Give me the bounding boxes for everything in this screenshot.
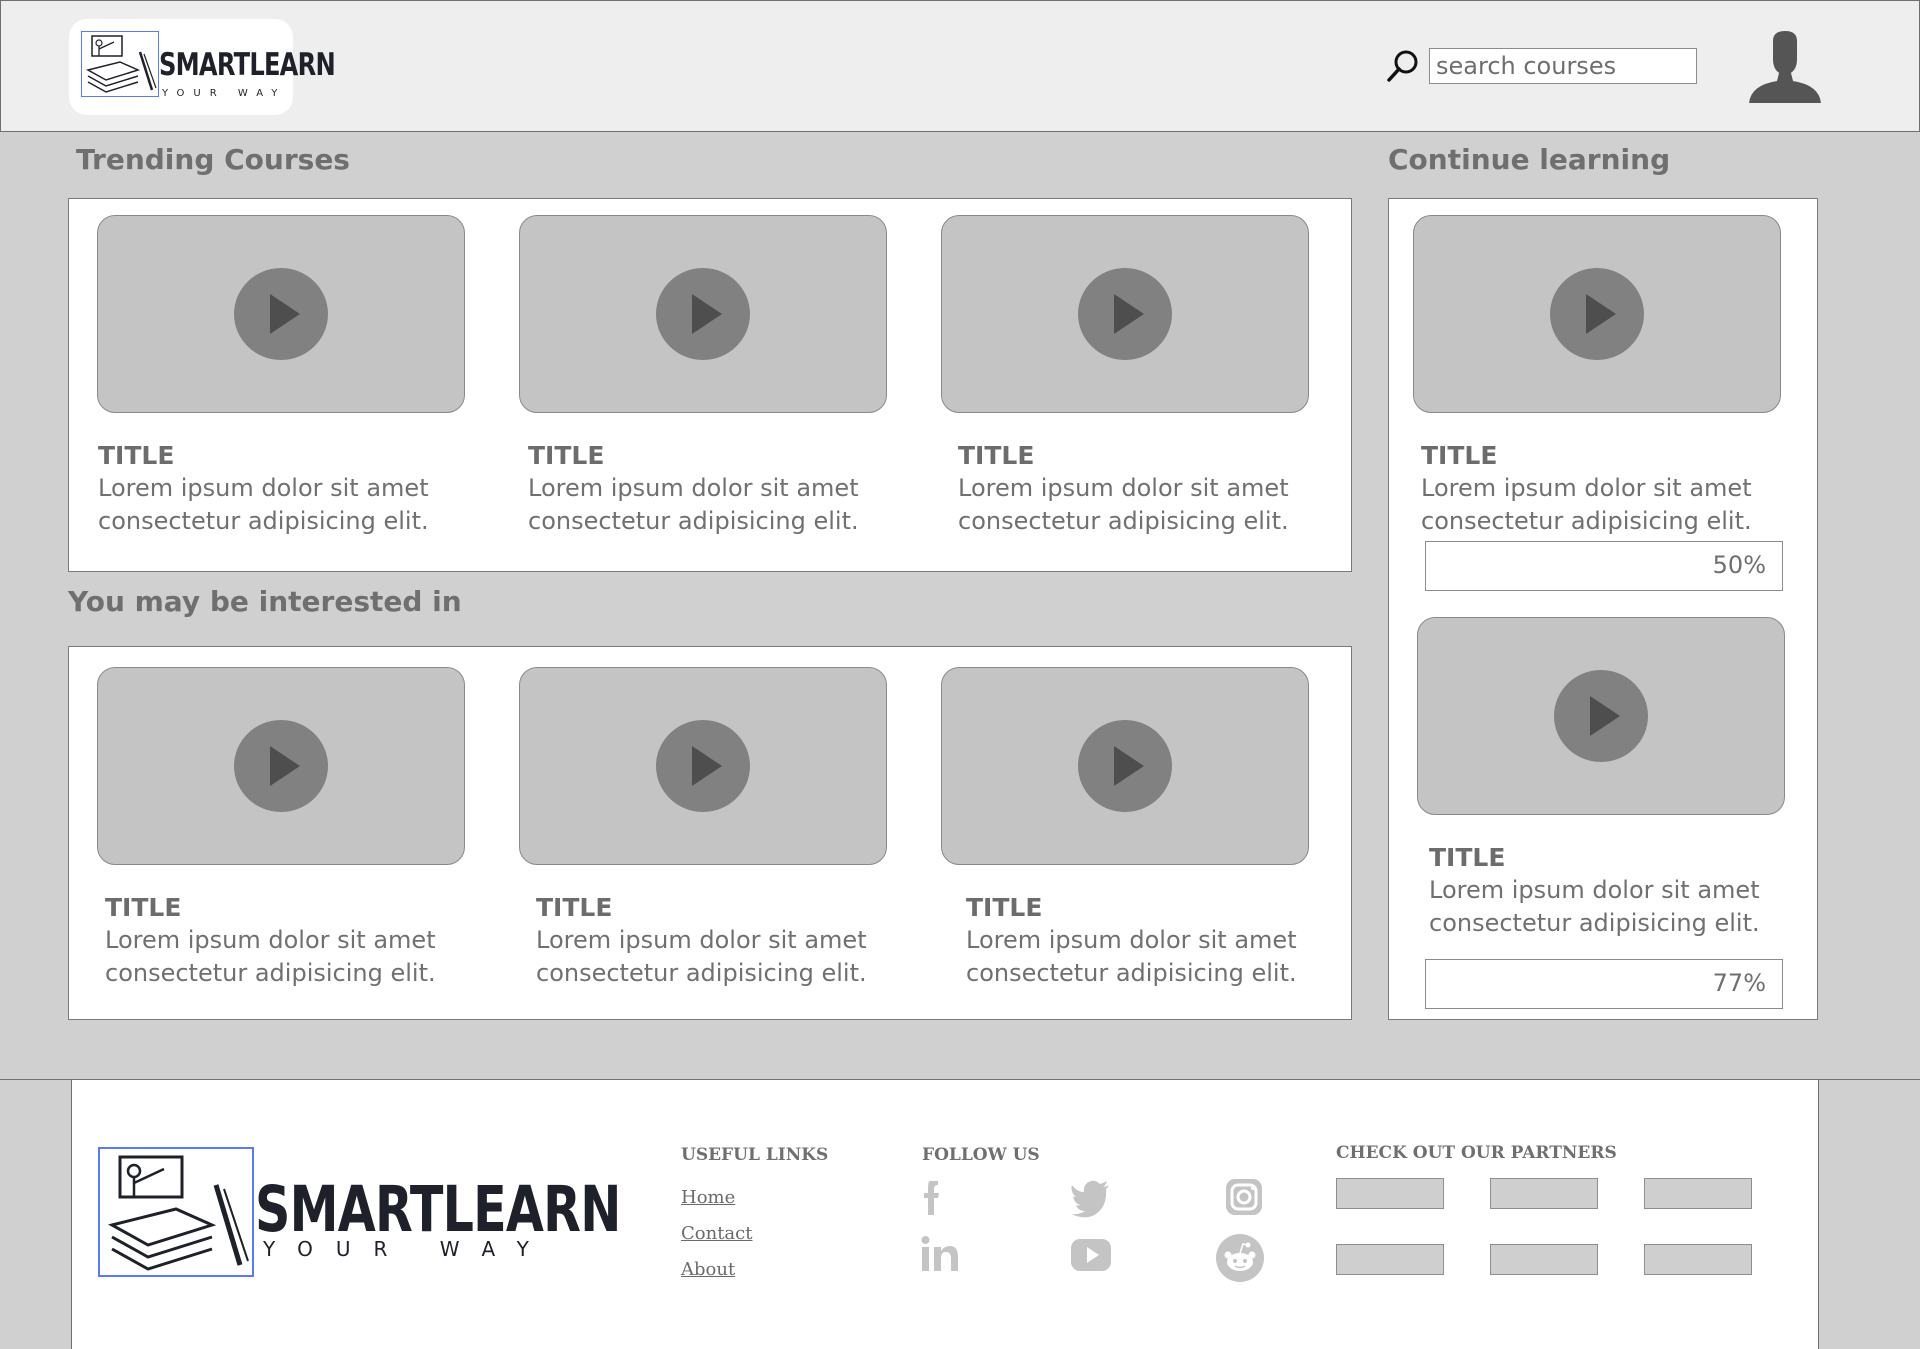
course-description: Lorem ipsum dolor sit amet consectetur a… (958, 474, 1289, 535)
course-title[interactable]: TITLE (105, 893, 181, 922)
course-title[interactable]: TITLE (536, 893, 612, 922)
course-title[interactable]: TITLE (1421, 441, 1497, 470)
partner-logo[interactable] (1490, 1178, 1598, 1209)
partner-logo[interactable] (1336, 1244, 1444, 1275)
footer-link-home[interactable]: Home (681, 1187, 735, 1208)
play-icon[interactable] (656, 268, 750, 360)
footer-link-contact[interactable]: Contact (681, 1223, 752, 1244)
brand-tagline: YOUR WAY (263, 1237, 552, 1261)
interested-heading: You may be interested in (68, 585, 462, 618)
trending-heading: Trending Courses (76, 143, 350, 176)
course-video-thumbnail[interactable] (941, 667, 1309, 865)
course-progress-bar: 50% (1425, 541, 1783, 591)
brand-wordmark: SMARTLEARN (159, 47, 336, 83)
course-description: Lorem ipsum dolor sit amet consectetur a… (105, 926, 436, 987)
course-title[interactable]: TITLE (98, 441, 174, 470)
course-description: Lorem ipsum dolor sit amet consectetur a… (528, 474, 859, 535)
course-description: Lorem ipsum dolor sit amet consectetur a… (1421, 474, 1752, 535)
course-video-thumbnail[interactable] (1413, 215, 1781, 413)
course-video-thumbnail[interactable] (97, 215, 465, 413)
user-avatar-icon[interactable] (1749, 29, 1821, 103)
course-progress-bar: 77% (1425, 959, 1783, 1009)
reddit-icon[interactable] (1215, 1233, 1265, 1283)
course-video-thumbnail[interactable] (519, 667, 887, 865)
partner-logo[interactable] (1644, 1244, 1752, 1275)
teacher-board-icon (98, 1147, 254, 1277)
course-video-thumbnail[interactable] (1417, 617, 1785, 815)
linkedin-icon[interactable] (918, 1233, 962, 1277)
facebook-icon[interactable] (918, 1175, 962, 1219)
play-icon[interactable] (234, 720, 328, 812)
footer-content: SMARTLEARN YOUR WAY USEFUL LINKS Home Co… (71, 1080, 1819, 1349)
trending-panel: TITLE Lorem ipsum dolor sit amet consect… (68, 198, 1352, 572)
course-video-thumbnail[interactable] (519, 215, 887, 413)
course-description: Lorem ipsum dolor sit amet consectetur a… (1429, 876, 1760, 937)
footer: SMARTLEARN YOUR WAY USEFUL LINKS Home Co… (0, 1079, 1920, 1349)
footer-brand-logo[interactable]: SMARTLEARN YOUR WAY (1, 1080, 621, 1349)
play-icon[interactable] (1550, 268, 1644, 360)
continue-panel: TITLE Lorem ipsum dolor sit amet consect… (1388, 198, 1818, 1020)
course-video-thumbnail[interactable] (941, 215, 1309, 413)
brand-logo[interactable]: SMARTLEARN YOUR WAY (69, 19, 336, 115)
course-title[interactable]: TITLE (966, 893, 1042, 922)
course-description: Lorem ipsum dolor sit amet consectetur a… (536, 926, 867, 987)
teacher-board-icon (81, 31, 159, 97)
search-input[interactable] (1429, 48, 1697, 84)
search-icon[interactable] (1386, 49, 1420, 83)
interested-panel: TITLE Lorem ipsum dolor sit amet consect… (68, 646, 1352, 1020)
partners-heading: CHECK OUT OUR PARTNERS (1336, 1143, 1617, 1163)
progress-fill (1426, 542, 1604, 590)
useful-links-heading: USEFUL LINKS (681, 1145, 829, 1165)
play-icon[interactable] (1554, 670, 1648, 762)
partner-logo[interactable] (1336, 1178, 1444, 1209)
brand-wordmark: SMARTLEARN (255, 1173, 621, 1246)
follow-us-heading: FOLLOW US (922, 1145, 1040, 1165)
course-title[interactable]: TITLE (1429, 843, 1505, 872)
footer-link-about[interactable]: About (681, 1259, 735, 1280)
course-description: Lorem ipsum dolor sit amet consectetur a… (966, 926, 1297, 987)
course-video-thumbnail[interactable] (97, 667, 465, 865)
play-icon[interactable] (656, 720, 750, 812)
course-title[interactable]: TITLE (958, 441, 1034, 470)
continue-heading: Continue learning (1388, 143, 1671, 176)
progress-label: 77% (1712, 969, 1766, 997)
brand-tagline: YOUR WAY (162, 88, 287, 99)
instagram-icon[interactable] (1222, 1175, 1266, 1219)
header: SMARTLEARN YOUR WAY (0, 0, 1920, 132)
youtube-icon[interactable] (1069, 1233, 1113, 1277)
play-icon[interactable] (1078, 268, 1172, 360)
progress-label: 50% (1712, 551, 1766, 579)
course-title[interactable]: TITLE (528, 441, 604, 470)
partner-logo[interactable] (1644, 1178, 1752, 1209)
play-icon[interactable] (1078, 720, 1172, 812)
progress-fill (1426, 960, 1700, 1008)
twitter-icon[interactable] (1069, 1175, 1113, 1219)
play-icon[interactable] (234, 268, 328, 360)
course-description: Lorem ipsum dolor sit amet consectetur a… (98, 474, 429, 535)
partner-logo[interactable] (1490, 1244, 1598, 1275)
